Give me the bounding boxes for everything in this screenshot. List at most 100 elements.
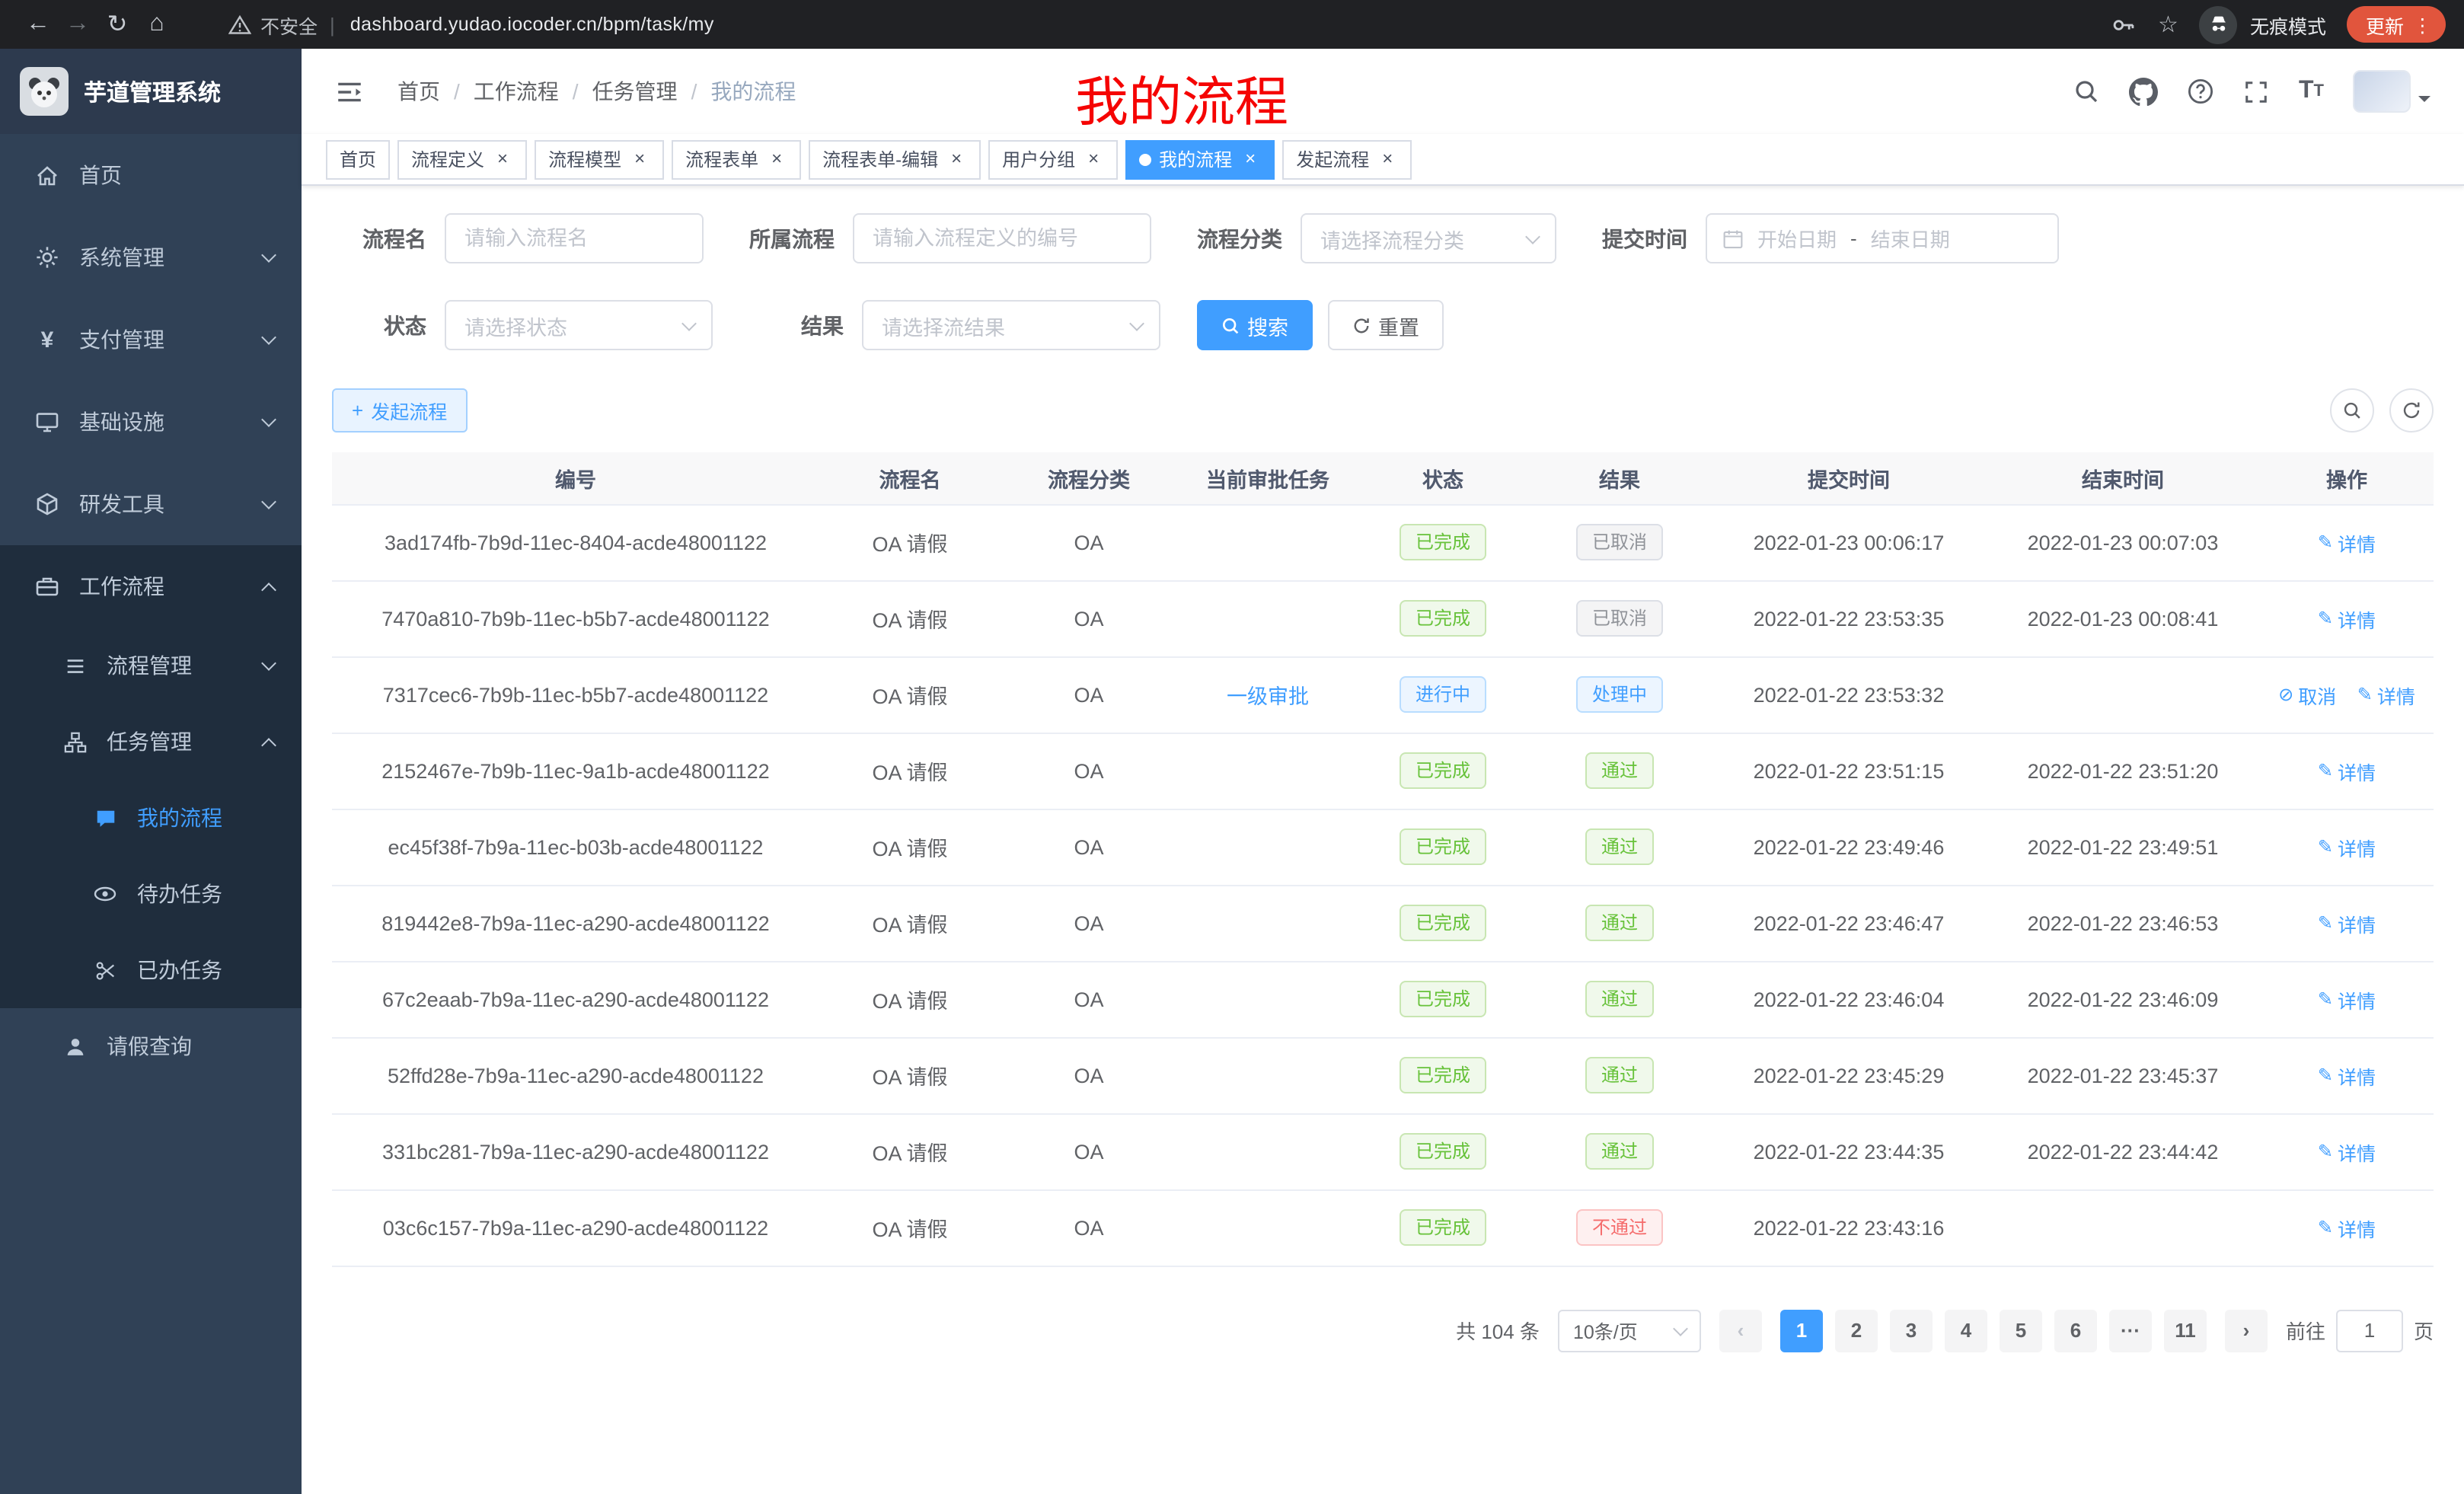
breadcrumb-home[interactable]: 首页 [397,76,440,107]
page-size-select[interactable]: 10条/页 [1558,1309,1701,1352]
cancel-link[interactable]: ⊘取消 [2278,680,2336,709]
prev-page-button[interactable]: ‹ [1719,1309,1762,1352]
result-badge: 已取消 [1577,600,1662,637]
browser-reload-icon[interactable]: ↻ [97,5,137,44]
sidebar-item-task-mgmt[interactable]: 任务管理 [0,704,302,780]
breadcrumb-workflow[interactable]: 工作流程 [474,76,559,107]
tab[interactable]: 流程表单-编辑 × [809,139,981,179]
browser-update-button[interactable]: 更新 ⋮ [2348,6,2446,43]
sidebar-item-home[interactable]: 首页 [0,134,302,216]
result-badge: 通过 [1586,981,1653,1017]
sidebar-item-infra[interactable]: 基础设施 [0,381,302,463]
detail-link[interactable]: ✎详情 [2318,604,2376,633]
site-security-chip[interactable]: 不安全 [228,10,318,39]
detail-link[interactable]: ✎详情 [2318,1213,2376,1242]
tab[interactable]: 发起流程 × [1282,139,1412,179]
page-button[interactable]: 5 [2000,1309,2042,1352]
sidebar-toggle-icon[interactable] [335,77,364,106]
cell-status: 已完成 [1358,1189,1527,1266]
sidebar-item-workflow[interactable]: 工作流程 [0,545,302,627]
search-icon[interactable] [2073,78,2101,105]
process-category-select[interactable]: 请选择流程分类 [1301,213,1556,263]
tab-close-icon[interactable]: × [1240,148,1261,170]
chevron-down-icon [1129,315,1144,330]
fullscreen-icon[interactable] [2244,78,2270,104]
reset-button[interactable]: 重置 [1328,300,1444,350]
tab[interactable]: 我的流程 × [1125,139,1275,179]
detail-link[interactable]: ✎详情 [2357,680,2415,709]
tab-close-icon[interactable]: × [1083,148,1104,170]
user-icon [61,1035,88,1058]
address-bar-url[interactable]: dashboard.yudao.iocoder.cn/bpm/task/my [350,14,714,35]
sidebar-item-system[interactable]: 系统管理 [0,216,302,298]
search-button[interactable]: 搜索 [1197,300,1313,350]
browser-chrome: ← → ↻ ⌂ 不安全 | dashboard.yudao.iocoder.cn… [0,0,2464,49]
edit-icon: ✎ [2318,608,2333,629]
sidebar-item-todo-tasks[interactable]: 待办任务 [0,856,302,932]
tab-close-icon[interactable]: × [1377,148,1398,170]
cancel-icon: ⊘ [2278,684,2293,705]
sidebar-item-my-process[interactable]: 我的流程 [0,780,302,856]
browser-home-icon[interactable]: ⌂ [137,5,177,44]
sidebar-item-payment[interactable]: ¥ 支付管理 [0,298,302,381]
tab-close-icon[interactable]: × [629,148,650,170]
page-button[interactable]: 1 [1780,1309,1823,1352]
tab-close-icon[interactable]: × [766,148,787,170]
col-category: 流程分类 [1001,452,1177,504]
page-button[interactable]: 2 [1835,1309,1878,1352]
tab[interactable]: 用户分组 × [988,139,1118,179]
refresh-table-button[interactable] [2389,388,2434,433]
detail-link[interactable]: ✎详情 [2318,1137,2376,1166]
tab[interactable]: 流程定义 × [397,139,527,179]
process-category-label: 流程分类 [1188,223,1282,254]
result-select[interactable]: 请选择流结果 [862,300,1160,350]
sidebar-item-leave-query[interactable]: 请假查询 [0,1008,302,1084]
sidebar-item-done-tasks[interactable]: 已办任务 [0,932,302,1008]
page-button[interactable]: ··· [2109,1309,2152,1352]
sidebar-item-devtools[interactable]: 研发工具 [0,463,302,545]
bookmark-star-icon[interactable]: ☆ [2158,11,2178,38]
url-divider: | [330,13,335,36]
submit-time-range-picker[interactable]: 开始日期 - 结束日期 [1706,213,2059,263]
user-menu[interactable] [2353,70,2430,113]
current-task-link[interactable]: 一级审批 [1227,685,1309,708]
browser-back-icon[interactable]: ← [18,5,58,44]
detail-link[interactable]: ✎详情 [2318,1061,2376,1090]
cell-id: 03c6c157-7b9a-11ec-a290-acde48001122 [332,1189,819,1266]
tab[interactable]: 流程模型 × [535,139,664,179]
github-icon[interactable] [2130,77,2159,106]
detail-link[interactable]: ✎详情 [2318,528,2376,557]
process-definition-input[interactable] [853,213,1151,263]
status-select[interactable]: 请选择状态 [445,300,713,350]
breadcrumb-task-mgmt[interactable]: 任务管理 [592,76,678,107]
tab-close-icon[interactable]: × [492,148,513,170]
browser-forward-icon[interactable]: → [58,5,97,44]
next-page-button[interactable]: › [2225,1309,2268,1352]
table-row: 2152467e-7b9b-11ec-9a1b-acde48001122 OA … [332,733,2434,809]
goto-page-input[interactable] [2336,1309,2403,1352]
cell-name: OA 请假 [819,961,1001,1037]
font-size-icon[interactable]: TT [2299,79,2324,104]
page-button[interactable]: 6 [2054,1309,2097,1352]
create-process-button[interactable]: + 发起流程 [332,388,467,433]
detail-link[interactable]: ✎详情 [2318,985,2376,1014]
tab-label: 首页 [340,146,376,172]
cell-current-task [1177,733,1358,809]
detail-link[interactable]: ✎详情 [2318,756,2376,785]
process-name-input[interactable] [445,213,704,263]
detail-link[interactable]: ✎详情 [2318,832,2376,861]
password-key-icon[interactable] [2111,11,2137,37]
toggle-search-button[interactable] [2330,388,2374,433]
tab[interactable]: 流程表单 × [672,139,801,179]
incognito-indicator[interactable]: 无痕模式 [2200,5,2326,43]
page-button[interactable]: 11 [2164,1309,2207,1352]
page-button[interactable]: 4 [1945,1309,1987,1352]
sidebar-item-process-mgmt[interactable]: 流程管理 [0,627,302,704]
help-icon[interactable] [2188,78,2215,105]
tab[interactable]: 首页 [326,139,390,179]
browser-menu-icon[interactable]: ⋮ [2413,13,2432,36]
page-button[interactable]: 3 [1890,1309,1933,1352]
tab-close-icon[interactable]: × [946,148,967,170]
goto-page: 前往 页 [2286,1309,2434,1352]
detail-link[interactable]: ✎详情 [2318,908,2376,937]
